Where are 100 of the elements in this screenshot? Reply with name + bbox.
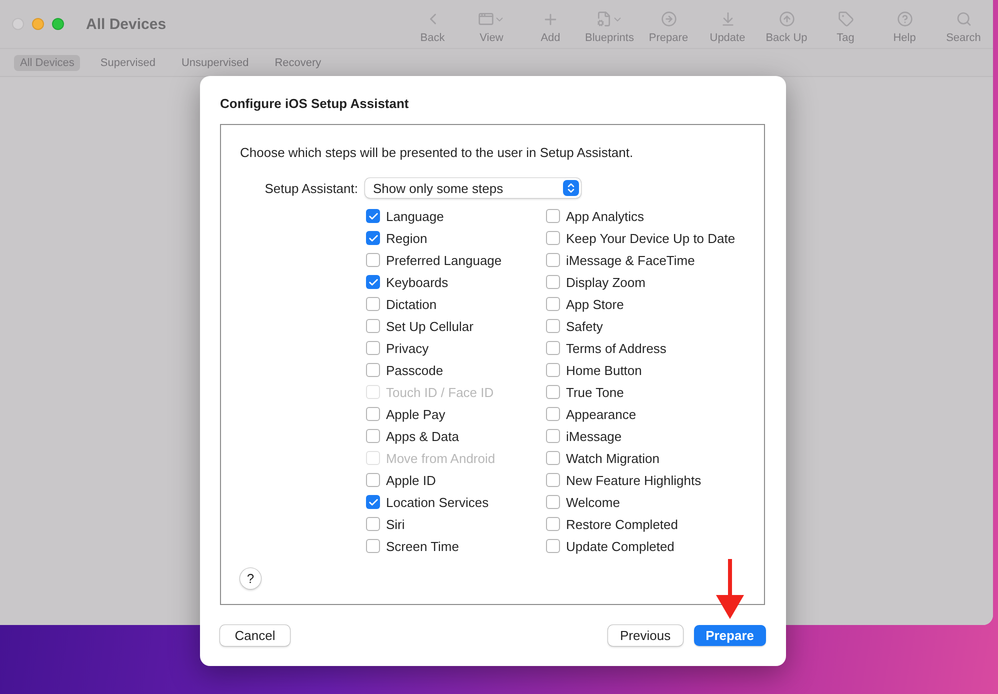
toolbar-label: Update — [710, 32, 746, 44]
step-checkbox[interactable] — [546, 275, 560, 289]
dialog-button[interactable]: Previous — [608, 625, 683, 646]
checkmark-icon — [368, 276, 378, 288]
step-checkbox[interactable] — [366, 407, 380, 421]
step-checkbox[interactable] — [366, 231, 380, 245]
step-label: Display Zoom — [566, 274, 646, 290]
step-label: Location Services — [386, 494, 489, 510]
step-label: Screen Time — [386, 538, 459, 554]
step-label: Keep Your Device Up to Date — [566, 230, 736, 246]
step-checkbox[interactable] — [546, 231, 560, 245]
stepper-icon — [563, 180, 579, 196]
window-icon[interactable] — [478, 10, 505, 28]
filter-tab[interactable]: Supervised — [94, 54, 162, 70]
steps-select[interactable]: Show only some steps — [365, 178, 581, 198]
step-label: Region — [386, 230, 428, 246]
dialog-button[interactable]: Prepare — [694, 625, 766, 646]
step-label: Watch Migration — [566, 450, 660, 466]
step-checkbox[interactable] — [366, 517, 380, 531]
step-checkbox[interactable] — [366, 275, 380, 289]
tag-icon[interactable] — [838, 10, 854, 28]
filter-tab[interactable]: Recovery — [268, 54, 328, 70]
toolbar-label: Back Up — [766, 32, 808, 44]
select-label: Setup Assistant: — [264, 180, 358, 196]
step-label: Apps & Data — [386, 428, 459, 444]
step-checkbox[interactable] — [546, 495, 560, 509]
step-label: Safety — [566, 318, 603, 334]
dialog-button[interactable]: Cancel — [220, 625, 290, 646]
down-arrow-icon — [716, 559, 744, 619]
step-checkbox[interactable] — [546, 253, 560, 267]
step-label: Terms of Address — [566, 340, 666, 356]
step-label: Set Up Cellular — [386, 318, 474, 334]
step-checkbox[interactable] — [366, 209, 380, 223]
step-checkbox[interactable] — [366, 297, 380, 311]
toolbar-label: Back — [420, 32, 445, 44]
download-tray-icon[interactable] — [720, 10, 736, 28]
step-label: New Feature Highlights — [566, 472, 702, 488]
step-checkbox[interactable] — [366, 319, 380, 333]
step-checkbox[interactable] — [546, 209, 560, 223]
step-label: Update Completed — [566, 538, 674, 554]
window-title: All Devices — [86, 16, 166, 32]
step-checkbox[interactable] — [546, 319, 560, 333]
document-gear-icon[interactable] — [596, 10, 623, 28]
step-checkbox[interactable] — [546, 341, 560, 355]
step-label: Dictation — [386, 296, 437, 312]
step-label: Siri — [386, 516, 405, 532]
step-checkbox[interactable] — [546, 451, 560, 465]
toolbar-label: Prepare — [648, 32, 688, 44]
step-checkbox[interactable] — [366, 473, 380, 487]
step-label: Language — [386, 208, 444, 224]
search-icon[interactable] — [956, 10, 972, 28]
zoom-button[interactable] — [52, 18, 64, 30]
toolbar-label: Add — [540, 32, 560, 44]
step-checkbox[interactable] — [546, 363, 560, 377]
step-checkbox[interactable] — [546, 429, 560, 443]
step-checkbox[interactable] — [546, 517, 560, 531]
step-checkbox[interactable] — [546, 385, 560, 399]
step-checkbox[interactable] — [546, 297, 560, 311]
step-label: Touch ID / Face ID — [386, 384, 494, 400]
step-label: Privacy — [386, 340, 429, 356]
step-label: True Tone — [566, 384, 624, 400]
step-checkbox[interactable] — [546, 407, 560, 421]
toolbar-label: Blueprints — [585, 32, 634, 44]
step-label: Welcome — [566, 494, 620, 510]
step-label: Home Button — [566, 362, 642, 378]
step-checkbox[interactable] — [366, 253, 380, 267]
step-label: Restore Completed — [566, 516, 678, 532]
step-label: Keyboards — [386, 274, 448, 290]
step-checkbox[interactable] — [366, 363, 380, 377]
toolbar-label: Search — [946, 32, 981, 44]
checkmark-icon — [368, 232, 378, 244]
toolbar-label: Tag — [836, 32, 854, 44]
help-button[interactable]: ? — [240, 568, 261, 589]
step-label: Passcode — [386, 362, 444, 378]
description-text: Choose which steps will be presented to the user in Setup Assistant. — [240, 145, 634, 160]
checkmark-icon — [368, 210, 378, 222]
toolbar-label: Help — [893, 32, 916, 44]
step-label: Apple ID — [386, 472, 436, 488]
step-checkbox[interactable] — [366, 495, 380, 509]
step-label: Appearance — [566, 406, 636, 422]
step-label: Move from Android — [386, 450, 496, 466]
step-label: App Analytics — [566, 208, 644, 224]
step-checkbox[interactable] — [546, 473, 560, 487]
checkmark-icon — [368, 496, 378, 508]
minimize-button[interactable] — [32, 18, 44, 30]
step-label: App Store — [566, 296, 624, 312]
filter-tab[interactable]: Unsupervised — [175, 54, 255, 70]
close-button[interactable] — [12, 18, 24, 30]
step-label: Preferred Language — [386, 252, 502, 268]
step-checkbox[interactable] — [366, 341, 380, 355]
step-checkbox[interactable] — [546, 539, 560, 553]
toolbar-label: View — [480, 32, 504, 44]
step-label: iMessage & FaceTime — [566, 252, 695, 268]
step-checkbox[interactable] — [366, 429, 380, 443]
filter-tab[interactable]: All Devices — [14, 54, 80, 70]
help-icon[interactable] — [896, 10, 912, 28]
step-label: Apple Pay — [386, 406, 446, 422]
step-checkbox[interactable] — [366, 539, 380, 553]
step-label: iMessage — [566, 428, 622, 444]
dialog-title: Configure iOS Setup Assistant — [220, 96, 409, 111]
